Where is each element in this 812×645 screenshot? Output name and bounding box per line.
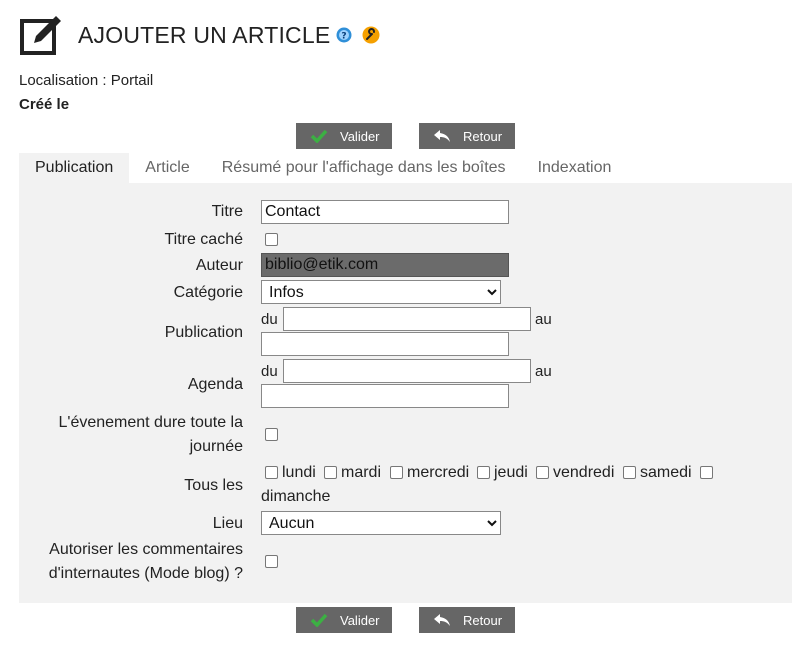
- reply-arrow-icon: [434, 614, 450, 626]
- day-vendredi-checkbox[interactable]: [536, 466, 549, 479]
- title-hidden-checkbox[interactable]: [265, 233, 278, 246]
- author-input: [261, 253, 509, 277]
- back-button-top[interactable]: Retour: [419, 123, 515, 149]
- submit-label: Valider: [340, 612, 380, 628]
- comments-label: Autoriser les commentaires d'internautes…: [49, 538, 243, 586]
- day-mercredi-checkbox[interactable]: [390, 466, 403, 479]
- submit-button-top[interactable]: Valider: [296, 123, 392, 149]
- submit-label: Valider: [340, 128, 380, 144]
- agenda-end-input[interactable]: [261, 384, 509, 408]
- submit-button-bottom[interactable]: Valider: [296, 607, 392, 633]
- day-vendredi-label: vendredi: [553, 464, 615, 481]
- day-lundi-label: lundi: [282, 464, 316, 481]
- every-label: Tous les: [184, 477, 243, 494]
- agenda-label: Agenda: [187, 376, 243, 393]
- settings-wrench-icon[interactable]: [362, 26, 380, 44]
- back-button-bottom[interactable]: Retour: [419, 607, 515, 633]
- allday-label-line2: journée: [189, 438, 243, 455]
- tab-indexation[interactable]: Indexation: [522, 153, 628, 183]
- allday-checkbox[interactable]: [265, 428, 278, 441]
- day-jeudi-label: jeudi: [494, 464, 528, 481]
- tab-summary[interactable]: Résumé pour l'affichage dans les boîtes: [206, 153, 522, 183]
- day-samedi-label: samedi: [640, 464, 692, 481]
- day-mardi-label: mardi: [341, 464, 382, 481]
- publication-start-input[interactable]: [283, 307, 531, 331]
- allday-label: L'évenement dure toute la journée: [58, 411, 243, 459]
- title-label: Titre: [211, 203, 243, 220]
- author-label: Auteur: [195, 257, 243, 274]
- page-title: AJOUTER UN ARTICLE: [78, 21, 331, 48]
- place-select[interactable]: Aucun: [261, 511, 501, 535]
- title-input[interactable]: [261, 200, 509, 224]
- title-hidden-label: Titre caché: [164, 231, 243, 248]
- location-text: Localisation : Portail: [19, 72, 154, 89]
- day-samedi-checkbox[interactable]: [623, 466, 636, 479]
- back-label: Retour: [463, 612, 503, 628]
- publication-to-label: au: [535, 311, 552, 328]
- publication-end-input[interactable]: [261, 332, 509, 356]
- day-jeudi-checkbox[interactable]: [477, 466, 490, 479]
- check-icon: [310, 613, 328, 627]
- back-label: Retour: [463, 128, 503, 144]
- reply-arrow-icon: [434, 130, 450, 142]
- agenda-to-label: au: [535, 363, 552, 380]
- edit-square-icon: [20, 16, 61, 55]
- created-text: Créé le: [19, 96, 70, 113]
- comments-label-line2: d'internautes (Mode blog) ?: [48, 565, 243, 582]
- allday-label-line1: L'évenement dure toute la: [58, 414, 243, 431]
- comments-checkbox[interactable]: [265, 555, 278, 568]
- category-label: Catégorie: [173, 284, 243, 301]
- comments-label-line1: Autoriser les commentaires: [49, 541, 243, 558]
- agenda-start-input[interactable]: [283, 359, 531, 383]
- day-dimanche-label: dimanche: [261, 488, 331, 505]
- day-mardi-checkbox[interactable]: [324, 466, 337, 479]
- publication-label: Publication: [164, 324, 243, 341]
- publication-from-label: du: [261, 311, 278, 328]
- tab-article[interactable]: Article: [129, 153, 205, 183]
- svg-text:?: ?: [342, 32, 347, 42]
- day-lundi-checkbox[interactable]: [265, 466, 278, 479]
- tab-bar: Publication Article Résumé pour l'affich…: [19, 153, 627, 183]
- check-icon: [310, 129, 328, 143]
- place-label: Lieu: [212, 515, 243, 532]
- agenda-from-label: du: [261, 363, 278, 380]
- category-select[interactable]: Infos: [261, 280, 501, 304]
- help-icon[interactable]: ?: [336, 27, 352, 43]
- tab-publication[interactable]: Publication: [19, 153, 130, 183]
- page-header: AJOUTER UN ARTICLE ?: [20, 12, 380, 58]
- publication-panel: Titre Titre caché Auteur Catégorie Infos…: [19, 183, 792, 603]
- day-dimanche-checkbox[interactable]: [700, 466, 713, 479]
- day-mercredi-label: mercredi: [407, 464, 470, 481]
